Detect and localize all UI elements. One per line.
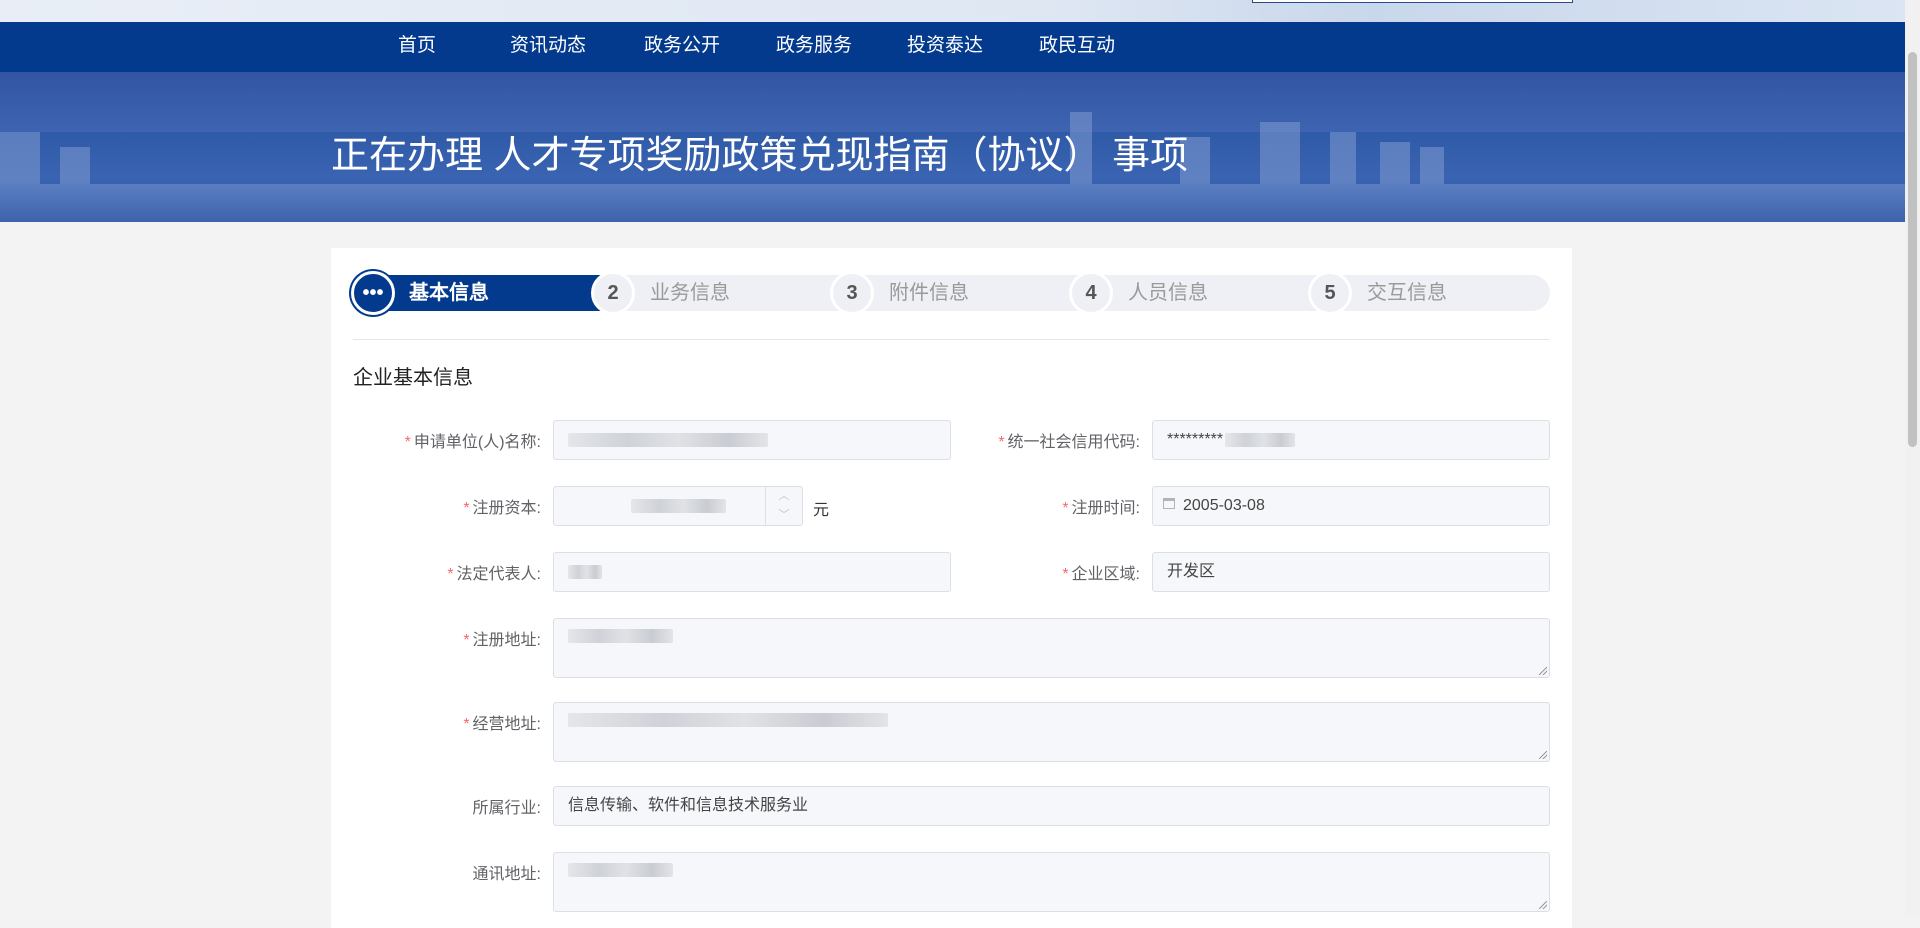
biz-address-textarea[interactable]	[553, 702, 1550, 762]
redacted-value	[568, 564, 602, 579]
main-nav: 首页 资讯动态 政务公开 政务服务 投资泰达 政民互动	[0, 22, 1905, 72]
header-search-box[interactable]	[1252, 0, 1573, 3]
page-scrollbar[interactable]	[1905, 0, 1920, 917]
registered-capital-label: * 注册资本:	[463, 500, 541, 517]
page-title: 正在办理 人才专项奖励政策兑现指南（协议） 事项	[331, 135, 1189, 177]
redacted-value	[1225, 432, 1296, 447]
banner-building	[1330, 132, 1356, 192]
step-5-icon: 5	[1308, 271, 1352, 315]
mail-address-textarea[interactable]	[553, 852, 1550, 912]
nav-item-home[interactable]: 首页	[398, 22, 436, 72]
registered-capital-input[interactable]: ︿ ﹀	[553, 486, 803, 526]
required-mark: *	[404, 434, 411, 451]
step-3-label[interactable]: 附件信息	[889, 275, 969, 311]
credit-code-input[interactable]: *********	[1152, 420, 1550, 460]
reg-address-label: * 注册地址:	[463, 632, 541, 649]
credit-code-label: * 统一社会信用代码:	[998, 434, 1140, 451]
reg-address-textarea[interactable]	[553, 618, 1550, 678]
register-date-value: 2005-03-08	[1183, 497, 1265, 514]
step-2-icon: 2	[591, 271, 635, 315]
resize-handle[interactable]	[1539, 667, 1547, 675]
nav-item-news[interactable]: 资讯动态	[510, 22, 586, 72]
step-3-icon: 3	[830, 271, 874, 315]
nav-item-interaction[interactable]: 政民互动	[1039, 22, 1115, 72]
nav-item-invest[interactable]: 投资泰达	[907, 22, 983, 72]
step-4-icon: 4	[1069, 271, 1113, 315]
industry-value: 信息传输、软件和信息技术服务业	[568, 797, 809, 814]
biz-address-label: * 经营地址:	[463, 716, 541, 733]
credit-code-value: *********	[1167, 431, 1224, 448]
section-divider	[353, 339, 1550, 340]
increase-icon[interactable]: ︿	[766, 487, 802, 506]
region-input[interactable]: 开发区	[1152, 552, 1550, 592]
industry-label: 所属行业:	[472, 800, 541, 817]
capital-stepper[interactable]: ︿ ﹀	[765, 487, 802, 525]
legal-rep-label: * 法定代表人:	[447, 566, 541, 583]
step-4-label[interactable]: 人员信息	[1128, 275, 1208, 311]
section-title: 企业基本信息	[353, 367, 473, 389]
industry-input[interactable]: 信息传输、软件和信息技术服务业	[553, 786, 1550, 826]
redacted-value	[568, 628, 673, 643]
redacted-value	[568, 712, 888, 727]
step-1-icon: •••	[351, 271, 395, 315]
banner: 正在办理 人才专项奖励政策兑现指南（协议） 事项	[0, 72, 1905, 222]
mail-address-label: 通讯地址:	[472, 866, 541, 883]
step-5-label[interactable]: 交互信息	[1367, 275, 1447, 311]
nav-item-gov-affairs[interactable]: 政务公开	[644, 22, 720, 72]
progress-steps: ••• 基本信息 2 业务信息 3 附件信息 4 人员信息 5 交互信息	[351, 271, 1550, 315]
banner-water	[0, 184, 1905, 222]
applicant-name-label: * 申请单位(人)名称:	[404, 434, 541, 451]
region-label: * 企业区域:	[1062, 566, 1140, 583]
nav-item-gov-service[interactable]: 政务服务	[776, 22, 852, 72]
banner-building	[1260, 122, 1300, 192]
region-value: 开发区	[1167, 563, 1216, 580]
redacted-value	[568, 862, 673, 877]
resize-handle[interactable]	[1539, 901, 1547, 909]
register-date-label: * 注册时间:	[1062, 500, 1140, 517]
banner-building	[0, 132, 40, 192]
step-1-label[interactable]: 基本信息	[409, 275, 489, 311]
capital-unit: 元	[813, 502, 830, 519]
top-header-strip	[0, 0, 1905, 22]
applicant-name-input[interactable]	[553, 420, 951, 460]
calendar-icon	[1163, 498, 1175, 510]
legal-rep-input[interactable]	[553, 552, 951, 592]
decrease-icon[interactable]: ﹀	[766, 506, 802, 525]
redacted-value	[568, 432, 768, 447]
redacted-value	[630, 498, 726, 513]
resize-handle[interactable]	[1539, 751, 1547, 759]
scrollbar-thumb[interactable]	[1908, 52, 1917, 447]
step-2-label[interactable]: 业务信息	[650, 275, 730, 311]
form-card: ••• 基本信息 2 业务信息 3 附件信息 4 人员信息 5 交互信息 企业基…	[331, 248, 1572, 928]
register-date-input[interactable]: 2005-03-08	[1152, 486, 1550, 526]
banner-sky	[0, 72, 1905, 132]
